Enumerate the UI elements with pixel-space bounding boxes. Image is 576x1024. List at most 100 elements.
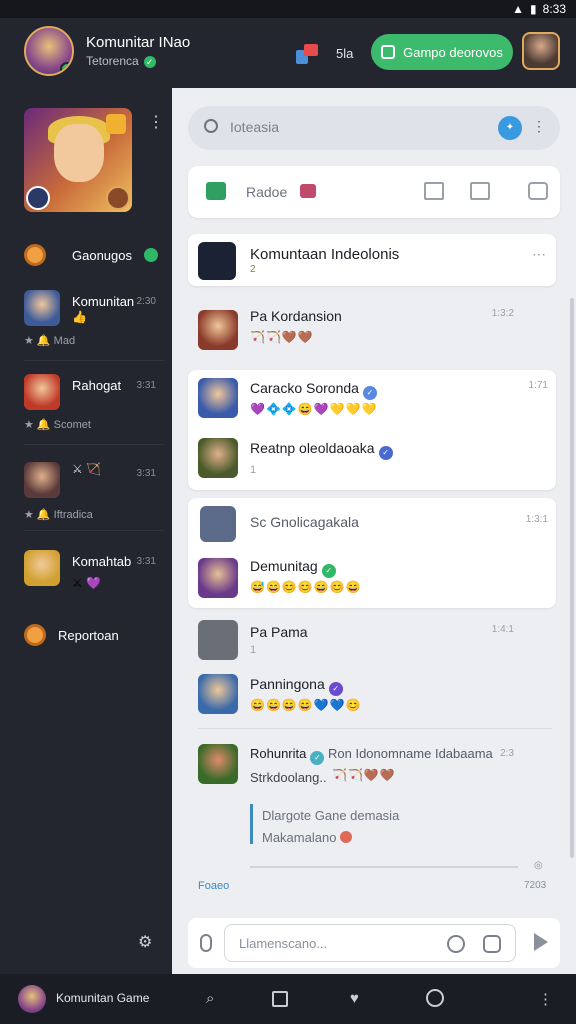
sidebar-item-gaonugos[interactable]: Gaonugos bbox=[0, 242, 172, 272]
message-composer: Llamenscano... bbox=[188, 918, 560, 968]
clock: 8:33 bbox=[542, 2, 566, 16]
chat-avatar bbox=[198, 620, 238, 660]
chat-avatar bbox=[24, 462, 60, 498]
chat-avatar bbox=[200, 506, 236, 542]
more-icon[interactable]: ⋮ bbox=[532, 118, 546, 135]
report-icon bbox=[24, 624, 46, 646]
sidebar: ⋮ Gaonugos Komunitan 2:30 👍 ★ 🔔 Mad Raho… bbox=[0, 88, 172, 974]
chat-row[interactable]: Pa Pama 1:4:1 1 bbox=[172, 618, 540, 662]
chat-row[interactable]: Pa Kordansion 1:3:2 🏹🏹🤎🤎 bbox=[172, 304, 540, 364]
sidebar-item-reportoan[interactable]: Reportoan bbox=[0, 622, 172, 652]
sidebar-item-komunitan[interactable]: Komunitan 2:30 👍 ★ 🔔 Mad bbox=[0, 290, 172, 360]
attach-icon[interactable] bbox=[200, 934, 212, 952]
notification-count: 5la bbox=[336, 46, 354, 61]
filter-icon[interactable]: ✦ bbox=[498, 116, 522, 140]
tag-icon[interactable] bbox=[300, 184, 316, 198]
community-avatar[interactable] bbox=[24, 26, 74, 76]
sidebar-item-komahtab[interactable]: Komahtab 3:31 ⚔ 💜 bbox=[0, 550, 172, 600]
send-icon[interactable] bbox=[534, 933, 548, 951]
scrollbar[interactable] bbox=[570, 298, 574, 858]
folder-icon[interactable] bbox=[470, 182, 490, 200]
status-bar: ▲ ▮ 8:33 bbox=[0, 0, 576, 18]
game-icon bbox=[381, 45, 396, 59]
verified-icon: ✓ bbox=[321, 564, 336, 578]
verified-icon: ✓ bbox=[378, 446, 393, 460]
user-avatar[interactable] bbox=[522, 32, 560, 70]
channel-icon bbox=[24, 244, 46, 266]
member-avatar[interactable] bbox=[106, 186, 130, 210]
more-icon[interactable]: ⋯ bbox=[532, 246, 546, 263]
chat-avatar bbox=[198, 310, 238, 350]
divider bbox=[198, 728, 552, 729]
chat-avatar bbox=[24, 550, 60, 586]
battery-icon: ▮ bbox=[530, 2, 537, 16]
wifi-icon: ▲ bbox=[512, 2, 525, 16]
chat-row[interactable]: Caracko Soronda ✓ 1:71 💜💠💠😄💜💛💛💛 bbox=[188, 378, 556, 428]
more-icon[interactable]: ⋮ bbox=[538, 990, 553, 1008]
chat-icon[interactable] bbox=[528, 182, 548, 200]
search-icon bbox=[204, 119, 218, 133]
community-banner[interactable] bbox=[24, 108, 132, 212]
bottom-nav: Komunitan Game ⌕ ♥ ⋮ bbox=[0, 974, 576, 1024]
footer-right: 7203 bbox=[524, 880, 547, 891]
heart-icon[interactable]: ♥ bbox=[350, 990, 359, 1007]
sidebar-item-iftradica[interactable]: ⚔ 🏹 3:31 ★ 🔔 Iftradica bbox=[0, 462, 172, 522]
sidebar-item-rahogat[interactable]: Rahogat 3:31 ★ 🔔 Scomet bbox=[0, 374, 172, 434]
divider bbox=[24, 530, 164, 531]
chat-group-card: Caracko Soronda ✓ 1:71 💜💠💠😄💜💛💛💛 Reatnp ol… bbox=[188, 370, 556, 490]
top-bar: Komunitar INao Tetorenca ✓ 5la Gampo deor… bbox=[0, 18, 576, 88]
divider bbox=[24, 444, 164, 445]
chat-row[interactable]: Reatnp oleoldaoaka ✓ 1 bbox=[188, 436, 556, 486]
chat-row[interactable]: Demunitag ✓ 😅😄😊😊😄😊😄 bbox=[188, 558, 556, 602]
message-input[interactable]: Llamenscano... bbox=[224, 924, 516, 962]
quote-text: Dlargote Gane demasia bbox=[262, 808, 400, 823]
community-header-card[interactable]: Komuntaan Indeolonis 2 ⋯ bbox=[188, 234, 556, 286]
search-icon[interactable]: ⌕ bbox=[206, 990, 214, 1007]
chat-avatar bbox=[198, 378, 238, 418]
gear-icon[interactable]: ⚙ bbox=[138, 932, 152, 952]
emoji-icon[interactable] bbox=[447, 935, 465, 953]
community-title: Komunitar INao bbox=[86, 34, 191, 51]
status-right: ▲ ▮ 8:33 bbox=[512, 2, 566, 16]
grid-icon[interactable] bbox=[272, 991, 288, 1007]
member-avatar[interactable] bbox=[26, 186, 50, 210]
quote-bar bbox=[250, 804, 253, 844]
reaction-icon bbox=[340, 831, 353, 843]
profile-label[interactable]: Komunitan Game bbox=[56, 991, 149, 1005]
search-bar[interactable]: Ioteasia ✦ ⋮ bbox=[188, 106, 560, 150]
chat-avatar bbox=[198, 438, 238, 478]
badge-icon bbox=[106, 114, 126, 134]
chat-row[interactable]: Sc Gnolicagakala 1:3:1 bbox=[188, 506, 556, 550]
chat-row[interactable]: Panningona ✓ 😄😄😄😄💙💙😊 bbox=[172, 672, 540, 722]
online-indicator bbox=[60, 62, 72, 74]
progress-end-icon: ◎ bbox=[534, 860, 543, 871]
chat-avatar bbox=[198, 674, 238, 714]
toolbar-label: Radoe bbox=[246, 184, 288, 200]
chat-list-panel: Ioteasia ✦ ⋮ Radoe Komuntaan Indeolonis … bbox=[172, 88, 576, 974]
chat-avatar bbox=[24, 290, 60, 326]
chat-avatar bbox=[198, 558, 238, 598]
verified-icon: ✓ bbox=[310, 751, 325, 765]
verified-icon: ✓ bbox=[328, 682, 343, 696]
notification-icon[interactable] bbox=[296, 44, 318, 64]
community-icon bbox=[198, 242, 236, 280]
profile-avatar[interactable] bbox=[18, 985, 46, 1013]
chat-row[interactable]: Rohunrita ✓ Ron Idonomname Idabaama 2:3 S… bbox=[172, 742, 540, 792]
chat-avatar bbox=[24, 374, 60, 410]
toolbar: Radoe bbox=[188, 166, 560, 218]
footer-left[interactable]: Foaeo bbox=[198, 880, 229, 892]
home-icon[interactable] bbox=[206, 182, 226, 200]
divider bbox=[24, 360, 164, 361]
chat-group-card: Sc Gnolicagakala 1:3:1 Demunitag ✓ 😅😄😊😊😄😊… bbox=[188, 498, 556, 608]
more-icon[interactable]: ⋮ bbox=[148, 112, 164, 132]
progress-track bbox=[250, 866, 518, 868]
explore-icon[interactable] bbox=[426, 989, 444, 1007]
search-input[interactable]: Ioteasia bbox=[230, 119, 279, 135]
sticker-icon[interactable] bbox=[483, 935, 501, 953]
online-indicator bbox=[144, 248, 158, 262]
building-icon[interactable] bbox=[424, 182, 444, 200]
community-subtitle: Tetorenca ✓ bbox=[86, 54, 156, 68]
verified-icon: ✓ bbox=[362, 386, 377, 400]
join-game-button[interactable]: Gampo deorovos bbox=[371, 34, 513, 70]
community-count: 2 bbox=[250, 264, 256, 275]
